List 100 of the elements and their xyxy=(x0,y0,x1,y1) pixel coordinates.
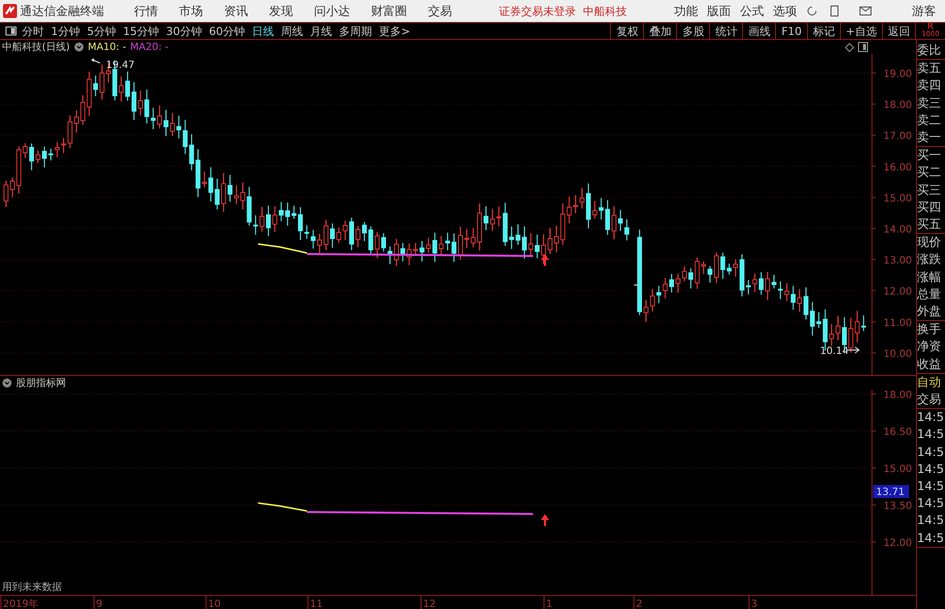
panel-toggle-icon[interactable] xyxy=(858,42,868,52)
trade-time: 14:5 xyxy=(917,460,945,478)
up-arrow-icon xyxy=(541,514,549,526)
refresh-icon[interactable] xyxy=(806,5,818,17)
axis-label: 13.00 xyxy=(883,256,912,267)
date-label: 1 xyxy=(546,599,552,609)
menu-item[interactable]: 公式 xyxy=(740,2,764,20)
phone-icon[interactable] xyxy=(830,5,839,17)
mail-icon[interactable] xyxy=(859,6,872,16)
quote-field-label: 现价 xyxy=(917,234,942,252)
trade-time: 14:5 xyxy=(917,530,945,547)
candle xyxy=(772,274,776,289)
period-tab[interactable]: 分时 xyxy=(22,23,44,39)
user-label[interactable]: 游客 xyxy=(912,2,936,20)
dropdown-icon[interactable] xyxy=(2,378,12,388)
diamond-icon[interactable] xyxy=(845,42,854,52)
axis-label: 16.50 xyxy=(883,427,912,438)
candle xyxy=(196,148,200,198)
candle xyxy=(164,109,168,137)
date-label: 11 xyxy=(310,599,323,609)
axis-label: 12.00 xyxy=(883,538,912,549)
candle xyxy=(516,224,520,246)
quote-field-label: 收益 xyxy=(917,356,942,373)
date-label: 2019年 xyxy=(3,599,38,609)
date-label: 2 xyxy=(636,599,642,609)
login-status[interactable]: 证券交易未登录 xyxy=(499,4,576,18)
quote-field-label: 卖一 xyxy=(917,129,942,146)
candle xyxy=(324,219,328,251)
axis-label: 18.00 xyxy=(883,100,912,112)
menu-item[interactable]: 问小达 xyxy=(314,2,350,20)
menu-item[interactable]: 功能 xyxy=(674,2,698,20)
dropdown-icon[interactable] xyxy=(74,42,84,52)
axis-label: 15.00 xyxy=(883,193,912,204)
period-tab[interactable]: 60分钟 xyxy=(209,23,245,39)
candle xyxy=(612,206,616,240)
trade-time: 14:5 xyxy=(917,512,945,530)
quote-field-label: 卖三 xyxy=(917,94,942,112)
trade-time: 14:5 xyxy=(917,444,945,461)
menu-item[interactable]: 资讯 xyxy=(224,2,248,20)
axis-label: 11.00 xyxy=(883,318,912,329)
ma-legend: MA20: - xyxy=(130,42,169,52)
menu-item[interactable]: 交易 xyxy=(428,2,452,20)
period-tab[interactable]: 多周期 xyxy=(339,23,372,39)
ma-legend: MA10: - xyxy=(88,42,126,52)
axis-label: 10.00 xyxy=(883,348,912,360)
low-price-label: 10.14 xyxy=(820,346,849,357)
candle xyxy=(548,227,552,254)
quote-field-label: 卖五 xyxy=(917,60,942,78)
axis-label: 12.00 xyxy=(883,286,912,298)
period-tab[interactable]: 1分钟 xyxy=(51,23,80,39)
candle xyxy=(356,225,360,248)
quote-field-label: 交易 xyxy=(917,391,942,408)
trade-time: 14:5 xyxy=(917,495,945,512)
trade-time: 14:5 xyxy=(917,426,945,444)
candle xyxy=(132,82,136,120)
period-tab[interactable]: 5分钟 xyxy=(87,23,116,39)
value-tag: 13.71 xyxy=(873,485,909,498)
menu-item[interactable]: 财富圈 xyxy=(371,2,407,20)
period-tab[interactable]: 日线 xyxy=(252,23,274,39)
future-data-note: 用到未来数据 xyxy=(2,582,62,593)
period-tab[interactable]: 更多> xyxy=(379,23,410,39)
candle xyxy=(804,286,808,320)
candle xyxy=(388,246,392,265)
axis-label: 13.50 xyxy=(883,501,912,512)
menu-item[interactable]: 发现 xyxy=(269,2,293,20)
date-label: 10 xyxy=(208,599,221,609)
candle xyxy=(292,205,296,220)
menu-item[interactable]: 选项 xyxy=(773,2,797,20)
menu-item[interactable]: 市场 xyxy=(179,2,203,20)
candle xyxy=(644,299,648,322)
quote-field-label: 买二 xyxy=(917,164,942,182)
period-tab[interactable]: 周线 xyxy=(281,23,303,39)
quote-field-label: 外盘 xyxy=(917,303,942,320)
quote-field-label[interactable]: 自动 xyxy=(917,374,945,392)
candle xyxy=(68,114,72,149)
trend-line xyxy=(258,502,308,512)
axis-label: 19.00 xyxy=(883,69,912,80)
app-title: 通达信金融终端 xyxy=(20,2,104,20)
date-label: 12 xyxy=(423,599,436,609)
period-tab[interactable]: 15分钟 xyxy=(123,23,159,39)
panel-toggle-icon[interactable] xyxy=(5,26,17,36)
menu-item[interactable]: 行情 xyxy=(134,2,158,20)
period-tab[interactable]: 月线 xyxy=(310,23,332,39)
candle xyxy=(484,206,488,230)
axis-label: 16.00 xyxy=(883,162,912,174)
candle xyxy=(228,174,232,202)
quote-field-label: 买一 xyxy=(917,147,942,164)
trade-time: 14:5 xyxy=(917,409,945,426)
quote-field-label: 卖二 xyxy=(917,112,942,129)
period-tab[interactable]: 30分钟 xyxy=(166,23,202,39)
axis-label: 17.00 xyxy=(883,131,912,142)
candle xyxy=(452,232,456,262)
quote-field-label: 涨幅 xyxy=(917,268,942,286)
date-label: 3 xyxy=(751,599,758,609)
app-logo-icon xyxy=(3,4,17,18)
high-marker-drawing xyxy=(91,58,100,64)
indicator-title: 股朋指标网 xyxy=(16,376,66,390)
candle xyxy=(4,180,8,208)
quote-field-label: 买五 xyxy=(917,216,942,234)
menu-item[interactable]: 版面 xyxy=(707,2,731,20)
